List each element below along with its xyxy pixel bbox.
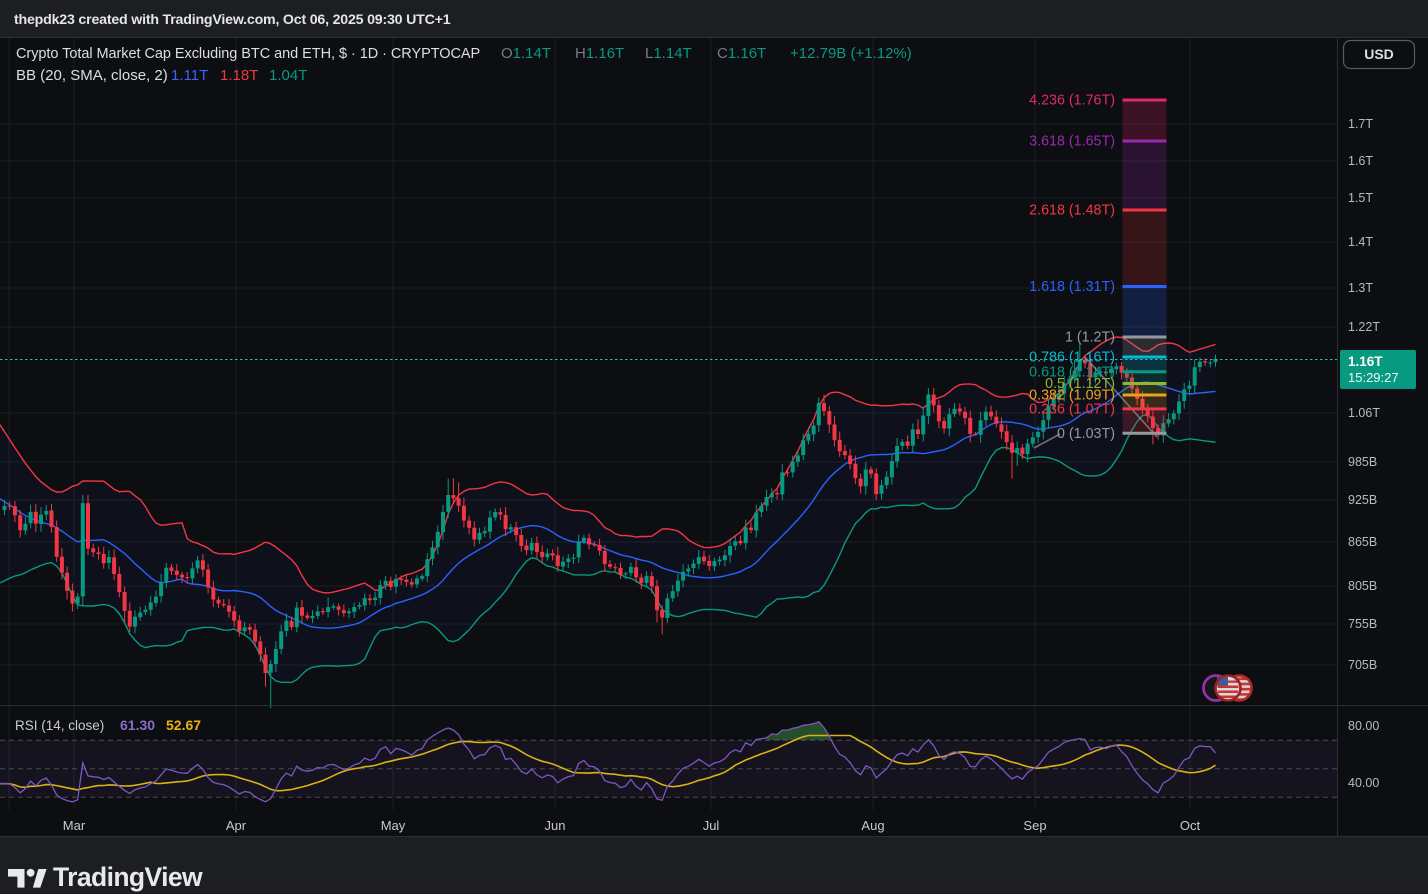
svg-text:O1.14T: O1.14T: [501, 45, 551, 62]
svg-text:1.5T: 1.5T: [1348, 191, 1373, 205]
svg-text:1.11T: 1.11T: [171, 67, 208, 84]
svg-text:61.30: 61.30: [120, 717, 155, 733]
svg-text:Crypto Total Market Cap Exclud: Crypto Total Market Cap Excluding BTC an…: [16, 46, 480, 62]
svg-text:Jul: Jul: [703, 818, 720, 833]
svg-text:USD: USD: [1364, 46, 1394, 62]
svg-text:3.618 (1.65T): 3.618 (1.65T): [1029, 134, 1115, 150]
svg-text:H1.16T: H1.16T: [575, 45, 624, 62]
svg-text:865B: 865B: [1348, 535, 1377, 549]
svg-text:1.618 (1.31T): 1.618 (1.31T): [1029, 279, 1115, 295]
svg-text:Oct: Oct: [1180, 818, 1201, 833]
svg-text:925B: 925B: [1348, 493, 1377, 507]
svg-text:TradingView: TradingView: [53, 862, 203, 892]
svg-text:Jun: Jun: [545, 818, 566, 833]
svg-text:May: May: [381, 818, 406, 833]
svg-text:BB (20, SMA, close, 2): BB (20, SMA, close, 2): [16, 67, 168, 84]
svg-text:755B: 755B: [1348, 617, 1377, 631]
svg-text:1.18T: 1.18T: [220, 67, 258, 84]
svg-text:1.3T: 1.3T: [1348, 281, 1373, 295]
svg-text:2.618 (1.48T): 2.618 (1.48T): [1029, 203, 1115, 219]
svg-text:15:29:27: 15:29:27: [1348, 370, 1399, 385]
svg-text:0 (1.03T): 0 (1.03T): [1057, 426, 1115, 442]
svg-text:1.22T: 1.22T: [1348, 320, 1380, 334]
svg-text:1.06T: 1.06T: [1348, 406, 1380, 420]
svg-text:Mar: Mar: [63, 818, 86, 833]
svg-text:1.04T: 1.04T: [269, 67, 307, 84]
svg-text:Sep: Sep: [1023, 818, 1046, 833]
svg-text:1 (1.2T): 1 (1.2T): [1065, 330, 1115, 346]
svg-text:1.16T: 1.16T: [1348, 354, 1383, 369]
svg-text:thepdk23 created with TradingV: thepdk23 created with TradingView.com, O…: [14, 12, 451, 28]
svg-text:0.786 (1.16T): 0.786 (1.16T): [1029, 350, 1115, 366]
svg-text:Aug: Aug: [861, 818, 884, 833]
svg-text:1.4T: 1.4T: [1348, 235, 1373, 249]
svg-text:40.00: 40.00: [1348, 776, 1379, 790]
svg-text:80.00: 80.00: [1348, 719, 1379, 733]
svg-text:1.6T: 1.6T: [1348, 154, 1373, 168]
svg-text:RSI (14, close): RSI (14, close): [15, 718, 104, 733]
svg-text:985B: 985B: [1348, 455, 1377, 469]
svg-text:L1.14T: L1.14T: [645, 45, 692, 62]
svg-text:805B: 805B: [1348, 579, 1377, 593]
svg-text:1.7T: 1.7T: [1348, 117, 1373, 131]
svg-text:Apr: Apr: [226, 818, 247, 833]
svg-text:0.236 (1.07T): 0.236 (1.07T): [1029, 401, 1115, 417]
svg-text:C1.16T: C1.16T: [717, 45, 766, 62]
svg-text:705B: 705B: [1348, 658, 1377, 672]
svg-text:+12.79B (+1.12%): +12.79B (+1.12%): [790, 45, 912, 62]
svg-text:4.236 (1.76T): 4.236 (1.76T): [1029, 93, 1115, 109]
svg-text:52.67: 52.67: [166, 717, 201, 733]
